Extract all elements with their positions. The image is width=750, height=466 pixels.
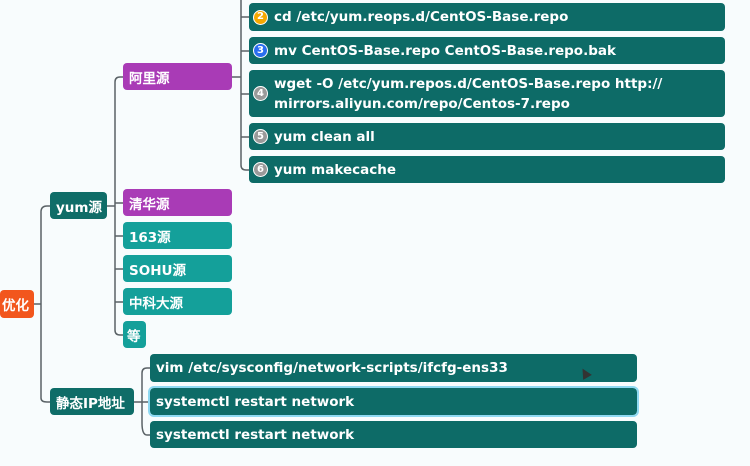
- step-text: yum clean all: [274, 128, 375, 145]
- step-node[interactable]: 2 cd /etc/yum.reops.d/CentOS-Base.repo: [249, 3, 725, 31]
- number-3-icon: 3: [253, 43, 268, 58]
- number-5-icon: 5: [253, 129, 268, 144]
- node-aliyun[interactable]: 阿里源: [123, 63, 232, 90]
- number-2-icon: 2: [253, 9, 268, 25]
- node-static-ip[interactable]: 静态IP地址: [50, 388, 134, 415]
- network-step-node-selected[interactable]: systemctl restart network: [148, 386, 639, 417]
- root-node[interactable]: 优化: [0, 290, 34, 318]
- step-text: yum makecache: [274, 161, 397, 178]
- network-step-node[interactable]: systemctl restart network: [150, 421, 637, 448]
- step-text: mv CentOS-Base.repo CentOS-Base.repo.bak: [274, 42, 616, 59]
- node-sohu[interactable]: SOHU源: [123, 255, 232, 282]
- node-tsinghua[interactable]: 清华源: [123, 189, 232, 216]
- node-yum-source[interactable]: yum源: [50, 192, 107, 219]
- node-163[interactable]: 163源: [123, 222, 232, 249]
- number-4-icon: 4: [253, 86, 268, 101]
- step-node[interactable]: 5 yum clean all: [249, 123, 725, 150]
- node-ustc[interactable]: 中科大源: [123, 288, 232, 315]
- node-etc[interactable]: 等: [123, 321, 146, 348]
- number-6-icon: 6: [253, 162, 268, 177]
- step-text: cd /etc/yum.reops.d/CentOS-Base.repo: [274, 9, 569, 25]
- network-step-node[interactable]: vim /etc/sysconfig/network-scripts/ifcfg…: [150, 354, 637, 382]
- step-node[interactable]: 3 mv CentOS-Base.repo CentOS-Base.repo.b…: [249, 37, 725, 64]
- step-node[interactable]: 4 wget -O /etc/yum.repos.d/CentOS-Base.r…: [249, 70, 725, 117]
- step-text: wget -O /etc/yum.repos.d/CentOS-Base.rep…: [274, 75, 663, 112]
- step-node[interactable]: 6 yum makecache: [249, 156, 725, 183]
